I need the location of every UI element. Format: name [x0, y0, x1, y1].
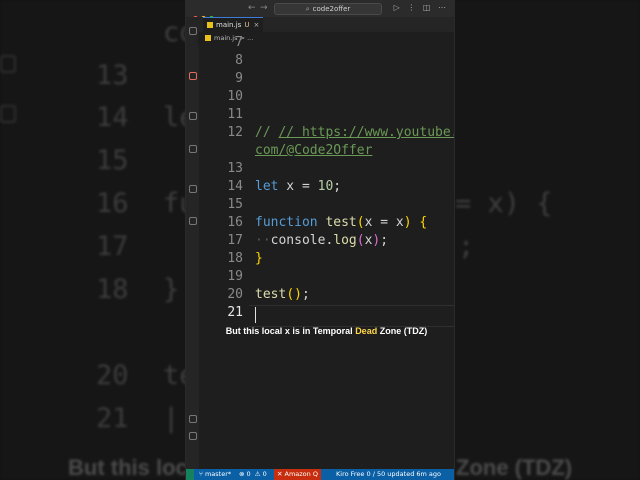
- more-actions-icon[interactable]: ⋯: [438, 3, 446, 12]
- bg-line-number: 17: [96, 231, 129, 262]
- code-line-12-wrap: com/@Code2Offer: [255, 143, 372, 159]
- bg-line-number: 14: [96, 102, 129, 133]
- line-number: 17: [227, 233, 243, 248]
- bg-code-fragment: |: [163, 403, 180, 434]
- line-number: 19: [227, 269, 243, 284]
- tab-bar: main.js U ×: [199, 17, 454, 33]
- line-number: 11: [227, 107, 243, 122]
- remote-indicator-icon[interactable]: [186, 469, 194, 480]
- bg-line-number: 15: [96, 145, 129, 176]
- code-line-16: function test(x = x) {: [255, 215, 428, 230]
- close-tab-icon[interactable]: ×: [253, 21, 259, 29]
- split-editor-icon[interactable]: ◫: [423, 3, 431, 12]
- bg-code-fragment: }: [163, 274, 180, 305]
- untracked-badge: U: [244, 21, 250, 29]
- code-line-12: // // https://www.youtube.: [255, 125, 454, 141]
- comment-url-continued[interactable]: com/@Code2Offer: [255, 143, 372, 158]
- status-bar: ⑂ master* ⊗ 0 ⚠ 0 ✕ Amazon Q Kiro Free 0…: [186, 469, 454, 480]
- bg-line-number: 18: [96, 274, 129, 305]
- line-number: 7: [235, 35, 243, 50]
- line-number: 14: [227, 179, 243, 194]
- indent-guide-dots: ··: [255, 233, 271, 248]
- kiro-status[interactable]: Kiro Free 0 / 50 updated 6m ago: [333, 469, 444, 480]
- search-icon: ⌕: [305, 5, 310, 13]
- line-number: 13: [227, 161, 243, 176]
- line-number: 16: [227, 215, 243, 230]
- video-caption: But this local x is in Temporal Dead Zon…: [199, 326, 454, 336]
- line-number: 18: [227, 251, 243, 266]
- debug-icon[interactable]: ⋮: [407, 3, 415, 12]
- bg-caption-right: Zone (TDZ): [456, 455, 573, 480]
- extensions-icon[interactable]: [189, 185, 197, 193]
- bg-line-number: 13: [96, 60, 129, 91]
- javascript-file-icon: [207, 22, 213, 28]
- amazon-q-status[interactable]: ✕ Amazon Q: [274, 469, 321, 480]
- forward-arrow-icon[interactable]: →: [260, 3, 268, 13]
- bg-sidebar-icon: [0, 55, 16, 73]
- explorer-icon[interactable]: [189, 27, 197, 35]
- branch-indicator[interactable]: ⑂ master*: [196, 469, 234, 480]
- bg-line-number: 21: [96, 403, 129, 434]
- code-line-14: let x = 10;: [255, 179, 342, 194]
- line-number: 10: [227, 89, 243, 104]
- run-icon[interactable]: ▷: [394, 3, 400, 12]
- source-control-icon[interactable]: [189, 112, 197, 120]
- bg-caption-left: But this loc: [68, 455, 188, 480]
- text-cursor: [255, 307, 256, 323]
- caption-highlight: Dead: [355, 326, 378, 336]
- bg-line-number: 20: [96, 360, 129, 391]
- comment-url[interactable]: // https://www.youtube.: [278, 125, 454, 140]
- bg-line-number: 16: [96, 188, 129, 219]
- title-bar: ← → ⌕ code2offer ▷ ⋮ ◫ ⋯: [186, 0, 454, 21]
- settings-gear-icon[interactable]: [189, 432, 197, 440]
- current-line-highlight: [249, 305, 454, 327]
- back-arrow-icon[interactable]: ←: [248, 3, 256, 13]
- bg-code-fragment: ;: [458, 231, 475, 262]
- run-debug-icon[interactable]: [189, 145, 197, 153]
- line-number: 8: [235, 53, 243, 68]
- line-number-current: 21: [227, 305, 243, 320]
- caption-after: Zone (TDZ): [377, 326, 428, 336]
- caption-middle: is in Temporal: [289, 326, 356, 336]
- tab-label: main.js: [216, 21, 242, 29]
- comment-token: //: [255, 125, 279, 140]
- account-icon[interactable]: [189, 415, 197, 423]
- code-editor[interactable]: 7 8 9 10 11 12 13 14 15 16 17 18 19 20 2…: [199, 35, 454, 469]
- line-number: 20: [227, 287, 243, 302]
- problems-indicator[interactable]: ⊗ 0 ⚠ 0: [236, 469, 270, 480]
- activity-bar: [186, 17, 200, 469]
- search-text: code2offer: [312, 5, 351, 13]
- code-line-18: }: [255, 251, 263, 266]
- editor-window: ← → ⌕ code2offer ▷ ⋮ ◫ ⋯ main.js U × main.j…: [185, 0, 455, 480]
- title-toolbar: ▷ ⋮ ◫ ⋯: [389, 3, 446, 13]
- code-line-20: test();: [255, 287, 310, 302]
- line-number: 12: [227, 125, 243, 140]
- search-view-icon[interactable]: [189, 72, 197, 80]
- bg-code-fragment: = x) {: [455, 188, 553, 219]
- remote-explorer-icon[interactable]: [189, 217, 197, 225]
- branch-name: master*: [204, 470, 232, 478]
- caption-before: But this local: [225, 326, 285, 336]
- code-line-17-text: console.log(x);: [270, 233, 389, 248]
- command-center-search[interactable]: ⌕ code2offer: [274, 3, 382, 15]
- code-line-17: ··console.log(x);: [255, 233, 388, 249]
- line-number: 9: [235, 71, 243, 86]
- tab-main-js[interactable]: main.js U ×: [203, 17, 264, 33]
- line-number: 15: [227, 197, 243, 212]
- bg-sidebar-icon: [0, 105, 16, 123]
